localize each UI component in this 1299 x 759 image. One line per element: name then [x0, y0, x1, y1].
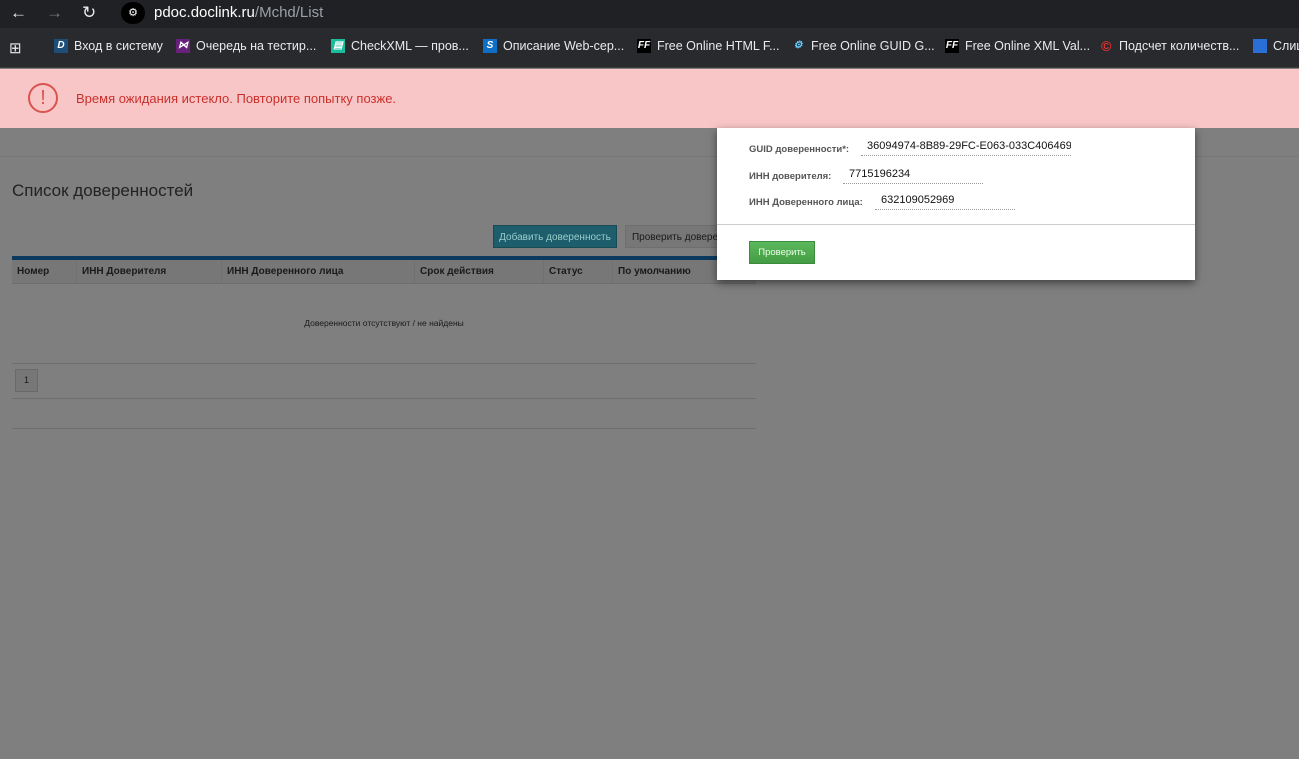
reload-icon[interactable]: ↻	[82, 3, 96, 23]
column-header[interactable]: Срок действия	[415, 260, 544, 284]
bookmark[interactable]: ⋈ Очередь на тестир...	[176, 39, 316, 53]
visual-studio-icon: ⋈	[176, 39, 190, 53]
copyright-icon: ©	[1100, 38, 1112, 54]
page-title: Список доверенностей	[12, 181, 194, 200]
back-icon[interactable]: ←	[10, 3, 27, 23]
bookmark[interactable]: FF Free Online HTML F...	[637, 39, 780, 53]
divider	[12, 428, 756, 429]
check-power-of-attorney-button[interactable]: Проверить довере	[625, 225, 725, 248]
pagination-page-1[interactable]: 1	[15, 369, 38, 392]
bookmark[interactable]: ▤ CheckXML — пров...	[331, 39, 469, 53]
bookmark[interactable]: ⚙ Free Online GUID G...	[791, 39, 935, 53]
divider	[717, 224, 1195, 225]
column-header[interactable]: Номер	[12, 260, 77, 284]
browser-toolbar: ← → ↻ ⚙ pdoc.doclink.ru/Mchd/List	[0, 0, 1299, 28]
guid-input[interactable]: 36094974-8B89-29FC-E063-033C406469	[861, 140, 1071, 156]
apps-icon[interactable]: ⊞	[9, 39, 22, 57]
book-icon	[1253, 39, 1267, 53]
principal-inn-label: ИНН доверителя:	[749, 171, 832, 182]
column-header[interactable]: ИНН Доверителя	[77, 260, 222, 284]
doclink-icon: D	[54, 39, 68, 53]
ff-icon: FF	[637, 39, 651, 53]
table-header: Номер ИНН Доверителя ИНН Доверенного лиц…	[12, 260, 756, 284]
agent-inn-input[interactable]: 632109052969	[875, 194, 1015, 210]
exclamation-icon: !	[28, 83, 58, 113]
document-icon: ▤	[331, 39, 345, 53]
divider	[12, 363, 756, 364]
agent-inn-label: ИНН Доверенного лица:	[749, 197, 863, 208]
bookmark[interactable]: © Подсчет количеств...	[1099, 38, 1240, 54]
empty-table-message: Доверенности отсутствуют / не найдены	[304, 318, 464, 328]
bookmark[interactable]: FF Free Online XML Val...	[945, 39, 1090, 53]
sharepoint-icon: S	[483, 39, 497, 53]
check-power-of-attorney-dialog: GUID доверенности*: 36094974-8B89-29FC-E…	[717, 128, 1195, 280]
error-alert: ! Время ожидания истекло. Повторите попы…	[0, 69, 1299, 128]
column-header[interactable]: ИНН Доверенного лица	[222, 260, 415, 284]
principal-inn-input[interactable]: 7715196234	[843, 168, 983, 184]
bookmark[interactable]: S Описание Web-сер...	[483, 39, 624, 53]
bookmark[interactable]: Слиц	[1253, 39, 1299, 53]
add-power-of-attorney-button[interactable]: Добавить доверенность	[493, 225, 617, 248]
bookmark[interactable]: D Вход в систему	[54, 39, 163, 53]
divider	[12, 398, 756, 399]
alert-message: Время ожидания истекло. Повторите попытк…	[76, 91, 397, 106]
submit-check-button[interactable]: Проверить	[749, 241, 815, 264]
url-text[interactable]: pdoc.doclink.ru/Mchd/List	[154, 4, 323, 21]
guid-label: GUID доверенности*:	[749, 144, 850, 155]
bookmarks-bar: ⊞ D Вход в систему ⋈ Очередь на тестир... …	[0, 28, 1299, 68]
site-settings-icon[interactable]: ⚙	[121, 2, 145, 24]
column-header[interactable]: Статус	[544, 260, 613, 284]
ff-icon: FF	[945, 39, 959, 53]
forward-icon[interactable]: →	[46, 3, 63, 23]
gears-icon: ⚙	[793, 40, 803, 51]
